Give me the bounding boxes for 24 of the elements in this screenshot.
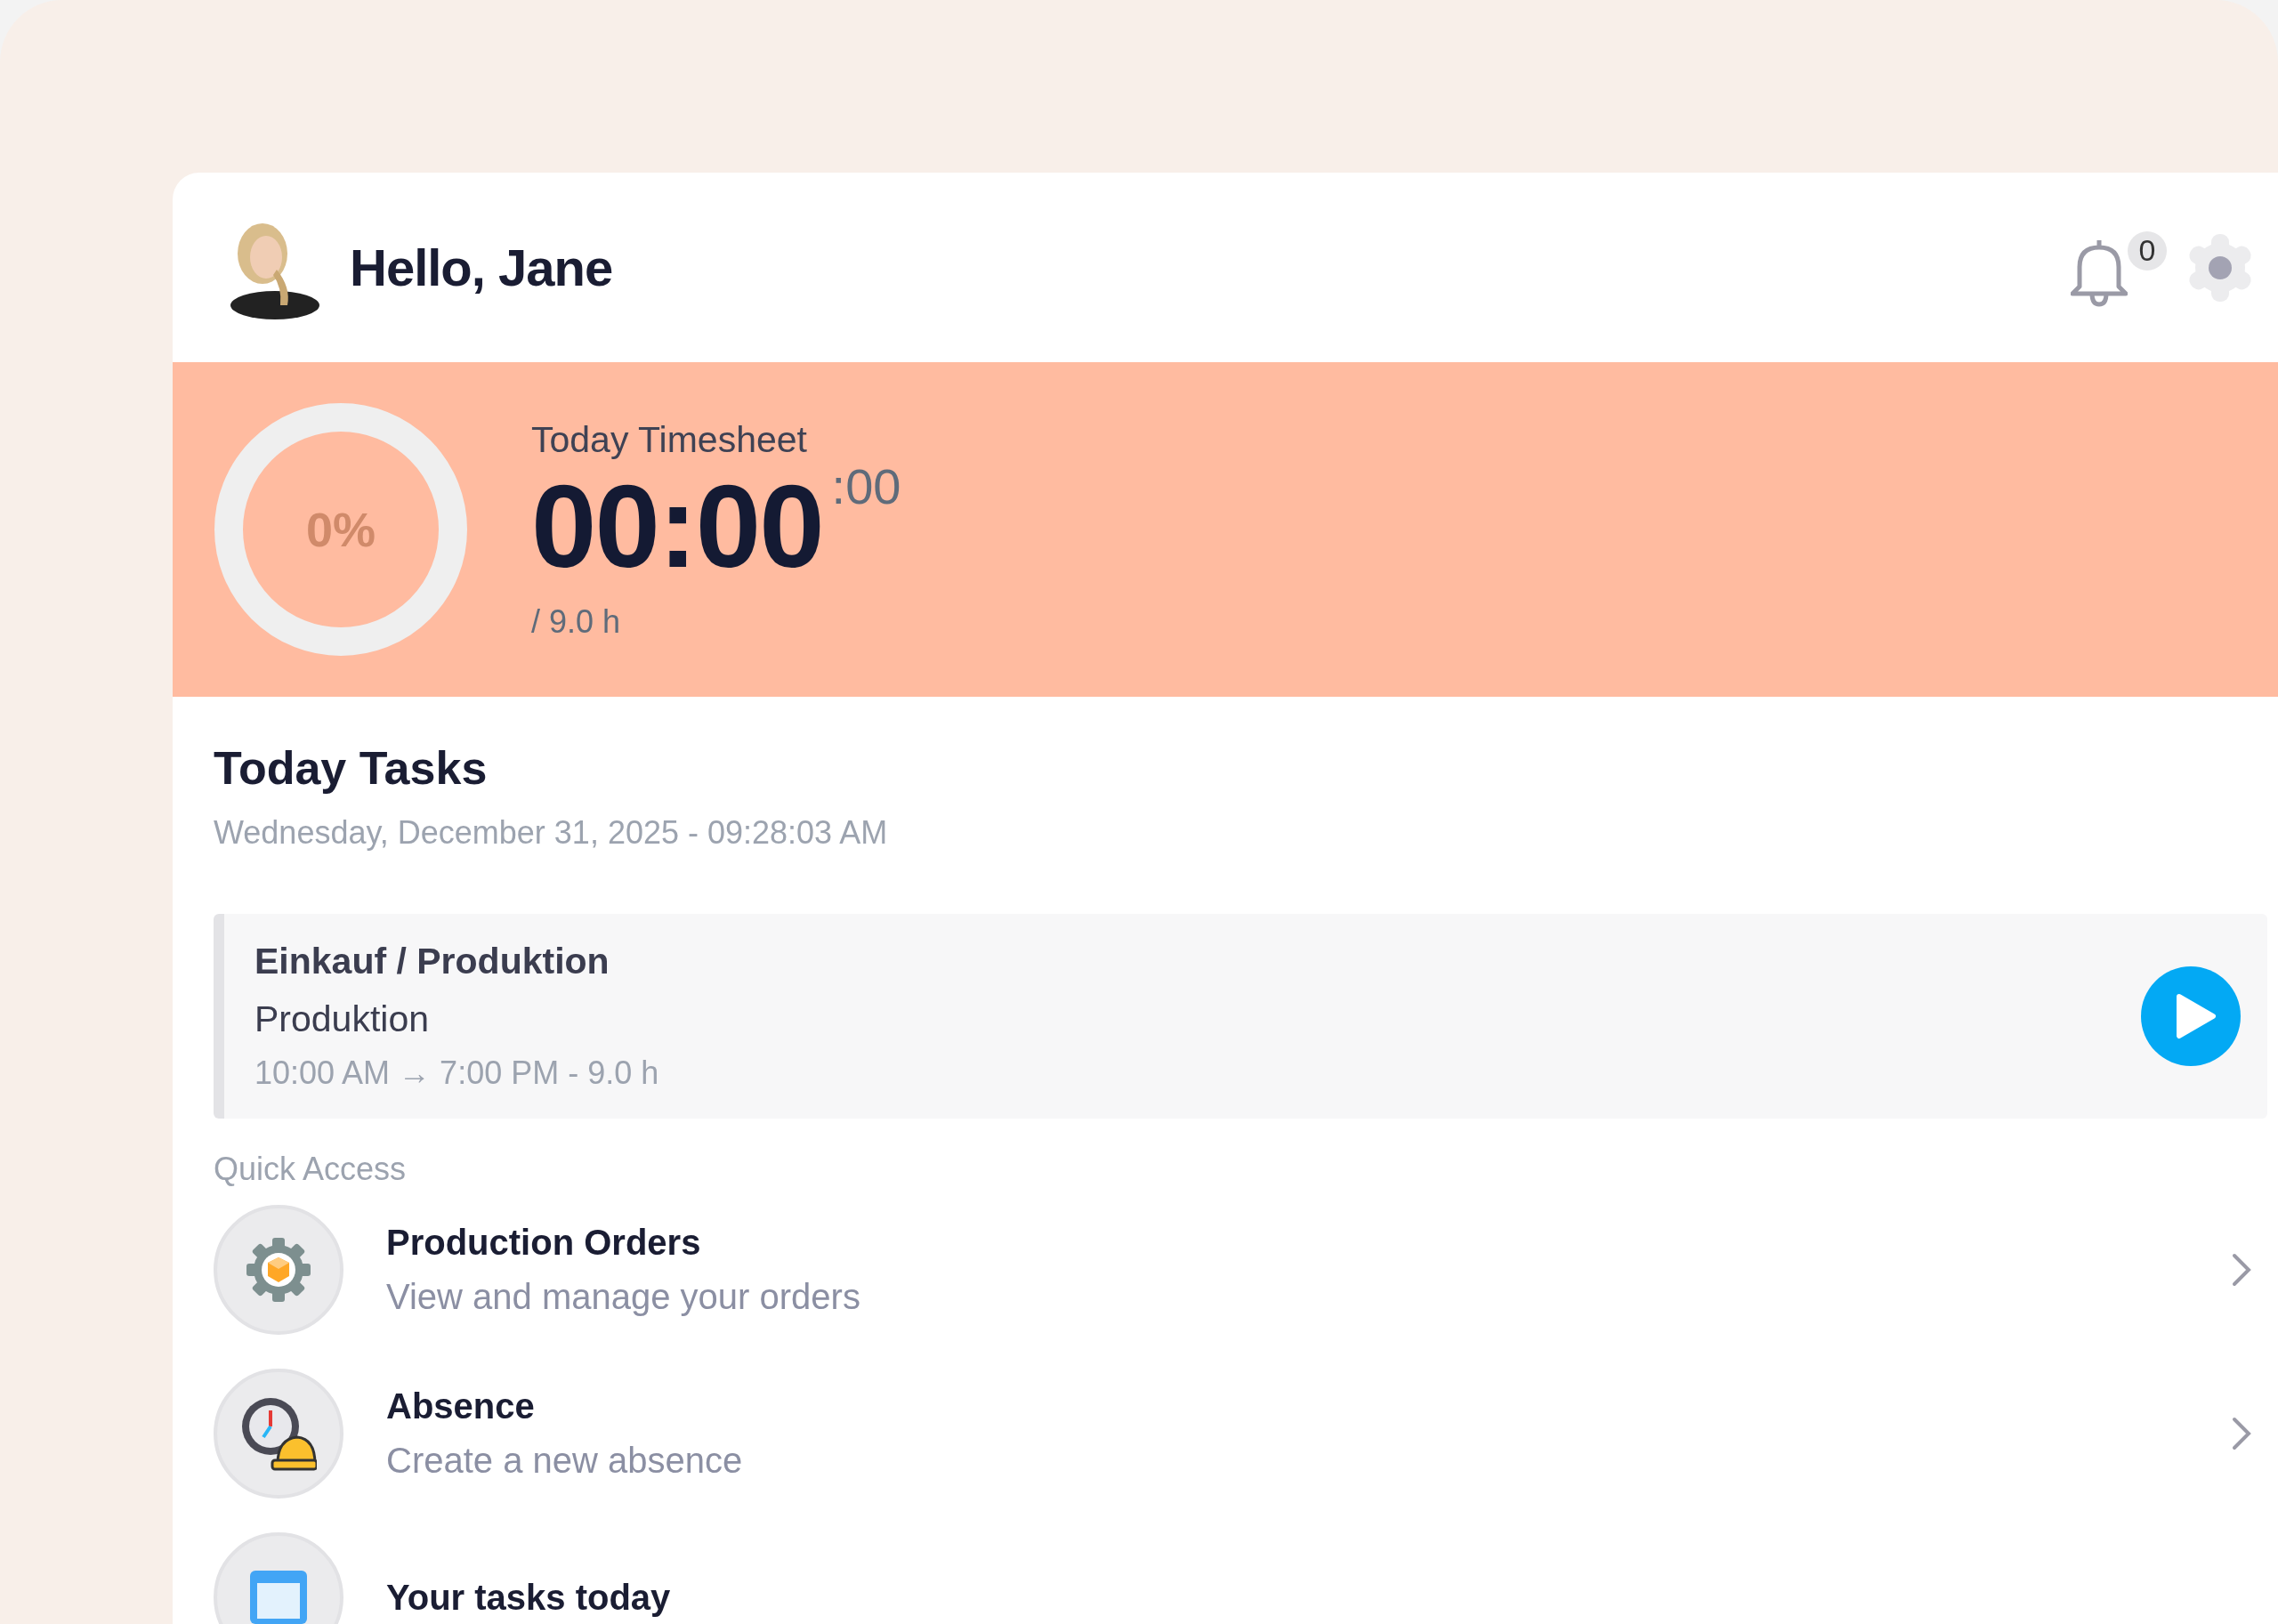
task-group: Einkauf / Produktion — [254, 941, 610, 982]
notification-badge: 0 — [2128, 230, 2167, 271]
item-title[interactable]: Absence — [386, 1386, 535, 1426]
item-title[interactable]: Production Orders — [386, 1223, 701, 1263]
task-name: Produktion — [254, 998, 429, 1040]
clock-helmet-icon — [240, 1396, 317, 1471]
gear-box-icon — [245, 1236, 312, 1304]
elapsed-seconds: :00 — [831, 456, 901, 515]
item-subtitle: Create a new absence — [386, 1441, 743, 1481]
item-title[interactable]: Your tasks today — [386, 1577, 671, 1618]
task-time: 10:00 AM → 7:00 PM - 9.0 h — [254, 1054, 659, 1092]
play-icon — [2174, 993, 2217, 1039]
timesheet-title: Today Timesheet — [531, 418, 808, 461]
item-subtitle: View and manage your orders — [386, 1277, 860, 1317]
task-card[interactable]: Einkauf / Produktion Produktion 10:00 AM → 7:00 PM - 9.0 h — [214, 914, 2267, 1119]
bell-icon[interactable] — [2071, 238, 2128, 308]
chevron-right-icon[interactable] — [2232, 1417, 2251, 1450]
section-label: Quick Access — [214, 1151, 407, 1188]
chevron-right-icon[interactable] — [2232, 1253, 2251, 1287]
section-title: Today Tasks — [214, 741, 488, 795]
greeting: Hello, Jane — [350, 238, 614, 297]
date-time: Wednesday, December 31, 2025 - 09:28:03 AM — [214, 814, 888, 852]
target-hours: / 9.0 h — [531, 602, 622, 641]
elapsed-time: 00:00 — [531, 467, 823, 586]
